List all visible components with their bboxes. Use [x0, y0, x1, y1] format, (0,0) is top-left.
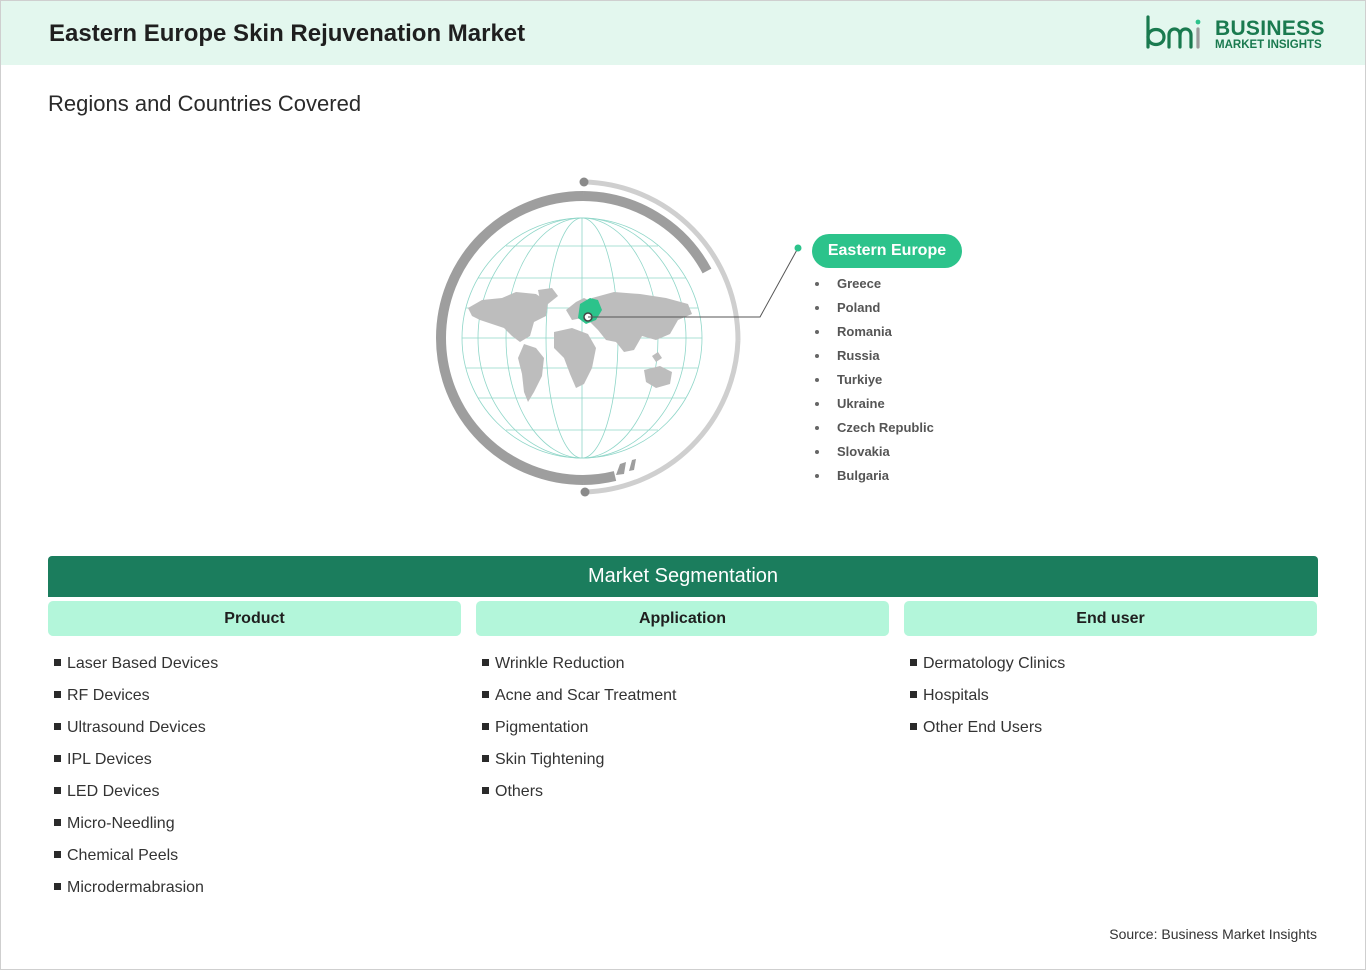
- segment-item-label: Dermatology Clinics: [923, 655, 1066, 672]
- square-bullet-icon: [482, 787, 489, 795]
- square-bullet-icon: [54, 819, 61, 827]
- segment-item-label: Microdermabrasion: [67, 879, 204, 896]
- bullet-icon: [815, 402, 819, 406]
- region-connector-line: [750, 244, 802, 318]
- list-item: Chemical Peels: [48, 846, 218, 878]
- list-item: IPL Devices: [48, 750, 218, 782]
- logo-text-business: BUSINESS: [1215, 17, 1325, 40]
- list-item: Other End Users: [904, 718, 1065, 750]
- square-bullet-icon: [482, 691, 489, 699]
- list-item: Others: [476, 782, 676, 814]
- source-note: Source: Business Market Insights: [1109, 926, 1317, 942]
- list-item: Dermatology Clinics: [904, 654, 1065, 686]
- square-bullet-icon: [910, 691, 917, 699]
- region-label-eastern-europe: Eastern Europe: [812, 234, 962, 268]
- segment-item-label: Acne and Scar Treatment: [495, 687, 677, 704]
- country-label: Turkiye: [837, 372, 883, 387]
- country-item: Poland: [812, 298, 934, 322]
- bullet-icon: [815, 378, 819, 382]
- country-label: Bulgaria: [837, 468, 890, 483]
- square-bullet-icon: [910, 723, 917, 731]
- list-item: Acne and Scar Treatment: [476, 686, 676, 718]
- square-bullet-icon: [482, 723, 489, 731]
- bullet-icon: [815, 474, 819, 478]
- square-bullet-icon: [482, 659, 489, 667]
- segment-heading-product: Product: [48, 601, 461, 636]
- country-label: Romania: [837, 324, 892, 339]
- square-bullet-icon: [54, 883, 61, 891]
- segment-item-label: RF Devices: [67, 687, 150, 704]
- country-item: Russia: [812, 346, 934, 370]
- list-item: Hospitals: [904, 686, 1065, 718]
- list-item: Skin Tightening: [476, 750, 676, 782]
- segment-item-label: LED Devices: [67, 783, 160, 800]
- list-item: Micro-Needling: [48, 814, 218, 846]
- country-item: Ukraine: [812, 394, 934, 418]
- country-item: Romania: [812, 322, 934, 346]
- end-user-segment-list: Dermatology Clinics Hospitals Other End …: [904, 654, 1065, 750]
- list-item: Laser Based Devices: [48, 654, 218, 686]
- bullet-icon: [815, 426, 819, 430]
- square-bullet-icon: [54, 851, 61, 859]
- segment-heading-end-user: End user: [904, 601, 1317, 636]
- segment-item-label: Others: [495, 783, 544, 800]
- world-globe-illustration: [436, 177, 760, 497]
- application-segment-list: Wrinkle Reduction Acne and Scar Treatmen…: [476, 654, 676, 814]
- list-item: Wrinkle Reduction: [476, 654, 676, 686]
- logo-text-market-insights: MARKET INSIGHTS: [1215, 39, 1322, 51]
- segment-item-label: Chemical Peels: [67, 847, 179, 864]
- square-bullet-icon: [54, 787, 61, 795]
- bullet-icon: [815, 450, 819, 454]
- country-item: Bulgaria: [812, 466, 934, 490]
- square-bullet-icon: [54, 755, 61, 763]
- segment-item-label: Skin Tightening: [495, 751, 605, 768]
- list-item: LED Devices: [48, 782, 218, 814]
- segment-item-label: IPL Devices: [67, 751, 152, 768]
- bullet-icon: [815, 282, 819, 286]
- square-bullet-icon: [910, 659, 917, 667]
- country-label: Greece: [837, 276, 882, 291]
- header-bar: Eastern Europe Skin Rejuvenation Market …: [1, 1, 1365, 65]
- country-label: Czech Republic: [837, 420, 934, 435]
- country-label: Poland: [837, 300, 881, 315]
- bullet-icon: [815, 330, 819, 334]
- product-segment-list: Laser Based Devices RF Devices Ultrasoun…: [48, 654, 218, 910]
- country-label: Ukraine: [837, 396, 885, 411]
- segment-item-label: Pigmentation: [495, 719, 589, 736]
- regions-section-title: Regions and Countries Covered: [48, 91, 362, 116]
- segment-item-label: Micro-Needling: [67, 815, 175, 832]
- bmi-logo-icon: [1146, 15, 1201, 49]
- country-item: Czech Republic: [812, 418, 934, 442]
- square-bullet-icon: [54, 659, 61, 667]
- country-label: Russia: [837, 348, 880, 363]
- market-segmentation-bar: Market Segmentation: [48, 556, 1318, 597]
- brand-logo: BUSINESS MARKET INSIGHTS: [1145, 15, 1325, 55]
- square-bullet-icon: [54, 691, 61, 699]
- list-item: Microdermabrasion: [48, 878, 218, 910]
- square-bullet-icon: [54, 723, 61, 731]
- country-list: Greece Poland Romania Russia Turkiye Ukr…: [812, 274, 934, 490]
- country-item: Greece: [812, 274, 934, 298]
- list-item: Ultrasound Devices: [48, 718, 218, 750]
- bullet-icon: [815, 354, 819, 358]
- country-item: Turkiye: [812, 370, 934, 394]
- bullet-icon: [815, 306, 819, 310]
- segment-item-label: Laser Based Devices: [67, 655, 219, 672]
- list-item: Pigmentation: [476, 718, 676, 750]
- list-item: RF Devices: [48, 686, 218, 718]
- segment-item-label: Other End Users: [923, 719, 1043, 736]
- segment-item-label: Wrinkle Reduction: [495, 655, 625, 672]
- segment-item-label: Ultrasound Devices: [67, 719, 206, 736]
- country-item: Slovakia: [812, 442, 934, 466]
- segment-heading-application: Application: [476, 601, 889, 636]
- page-title: Eastern Europe Skin Rejuvenation Market: [49, 20, 526, 47]
- square-bullet-icon: [482, 755, 489, 763]
- country-label: Slovakia: [837, 444, 890, 459]
- segment-item-label: Hospitals: [923, 687, 989, 704]
